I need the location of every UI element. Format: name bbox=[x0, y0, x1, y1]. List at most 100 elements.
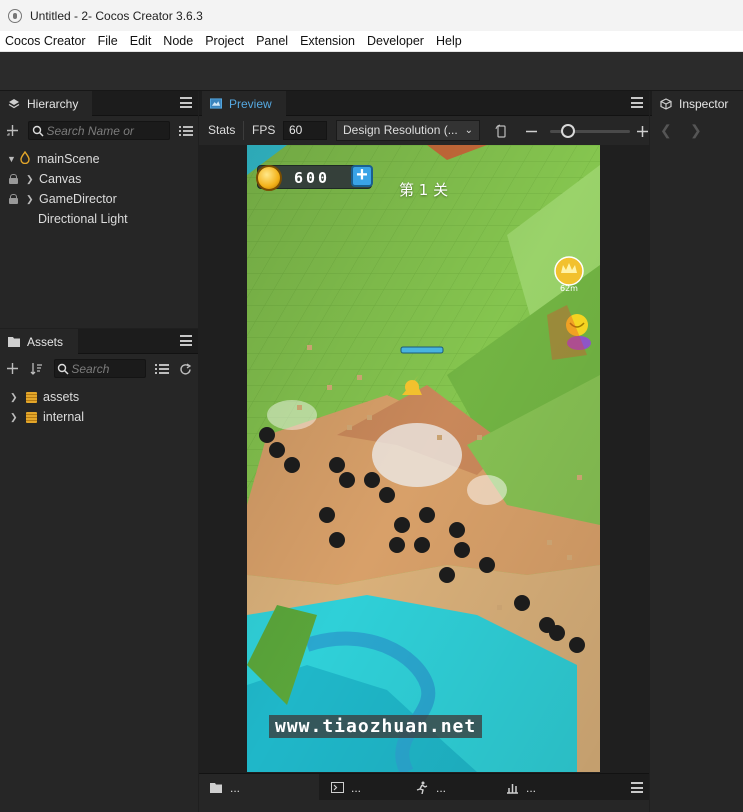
menu-bar: Cocos Creator File Edit Node Project Pan… bbox=[0, 31, 743, 52]
folder-icon bbox=[26, 411, 37, 423]
preview-menu-icon[interactable] bbox=[631, 97, 643, 108]
cocos-app-icon bbox=[8, 8, 22, 23]
preview-viewport: 62m 600 + 第 1 关 www.tiaozhuan.net bbox=[199, 145, 649, 773]
game-preview-canvas[interactable]: 62m 600 + 第 1 关 www.tiaozhuan.net bbox=[247, 145, 600, 772]
tree-item-label: Directional Light bbox=[38, 212, 128, 226]
fps-input[interactable]: 60 bbox=[283, 121, 327, 140]
tab-hierarchy-label: Hierarchy bbox=[27, 96, 79, 111]
back-icon[interactable]: ❮ bbox=[660, 122, 672, 139]
chevron-down-icon[interactable]: ▼ bbox=[7, 154, 17, 164]
bottom-dock-menu-icon[interactable] bbox=[631, 782, 643, 793]
menu-developer[interactable]: Developer bbox=[361, 31, 430, 52]
assets-search-field[interactable] bbox=[54, 359, 146, 378]
cube-icon bbox=[660, 97, 672, 110]
list-view-icon[interactable] bbox=[154, 361, 170, 377]
rotate-device-icon[interactable] bbox=[493, 123, 509, 139]
forward-icon[interactable]: ❯ bbox=[690, 122, 702, 139]
tab-bottom-1-label: ... bbox=[230, 780, 241, 795]
layers-icon bbox=[8, 98, 20, 110]
add-node-icon[interactable] bbox=[4, 122, 20, 138]
tree-item-directional-light[interactable]: Directional Light bbox=[38, 209, 128, 229]
runner-icon bbox=[415, 781, 429, 794]
tree-item-gamedirector[interactable]: ❯ GameDirector bbox=[0, 189, 117, 209]
bottom-dock-tabbar: ... ... ... ... bbox=[199, 773, 649, 801]
add-coins-button[interactable]: + bbox=[351, 165, 373, 187]
menu-edit[interactable]: Edit bbox=[124, 31, 158, 52]
asset-item-internal[interactable]: ❯ internal bbox=[0, 407, 84, 427]
distance-label: 62m bbox=[560, 284, 578, 293]
zoom-slider-thumb[interactable] bbox=[561, 124, 575, 138]
watermark-text: www.tiaozhuan.net bbox=[269, 715, 483, 738]
search-icon bbox=[29, 121, 47, 140]
hierarchy-search-input[interactable] bbox=[46, 123, 169, 138]
stats-toggle[interactable]: Stats bbox=[208, 123, 235, 137]
tab-bottom-3[interactable]: ... bbox=[405, 774, 495, 801]
menu-project[interactable]: Project bbox=[199, 31, 250, 52]
menu-extension[interactable]: Extension bbox=[294, 31, 361, 52]
hierarchy-tabbar: Hierarchy bbox=[0, 91, 198, 116]
preview-toolbar: Stats FPS 60 Design Resolution (... ⌄ bbox=[199, 116, 649, 145]
asset-item-label: internal bbox=[43, 410, 84, 424]
lock-icon[interactable] bbox=[9, 174, 18, 184]
title-bar: Untitled - 2- Cocos Creator 3.6.3 bbox=[0, 0, 743, 31]
hierarchy-menu-icon[interactable] bbox=[180, 97, 192, 108]
tab-bottom-2[interactable]: ... bbox=[320, 774, 405, 801]
design-resolution-select[interactable]: Design Resolution (... ⌄ bbox=[336, 120, 480, 141]
asset-item-assets[interactable]: ❯ assets bbox=[0, 387, 79, 407]
folder-icon bbox=[209, 782, 223, 794]
tab-bottom-1[interactable]: ... bbox=[199, 774, 319, 801]
level-label: 第 1 关 bbox=[399, 181, 449, 199]
menu-file[interactable]: File bbox=[92, 31, 124, 52]
tab-bottom-4-label: ... bbox=[526, 780, 537, 795]
lock-icon[interactable] bbox=[9, 194, 18, 204]
refresh-icon[interactable] bbox=[177, 361, 193, 377]
tree-item-label: Canvas bbox=[39, 172, 82, 186]
coin-icon bbox=[256, 165, 282, 191]
scene-icon bbox=[20, 150, 32, 167]
fps-label: FPS bbox=[252, 123, 276, 137]
inspector-tabbar: Inspector bbox=[650, 91, 743, 116]
tab-bottom-2-label: ... bbox=[351, 780, 362, 795]
preview-tabbar: Preview bbox=[199, 91, 649, 116]
tab-preview-label: Preview bbox=[229, 96, 272, 111]
tab-hierarchy[interactable]: Hierarchy bbox=[0, 91, 92, 116]
assets-menu-icon[interactable] bbox=[180, 335, 192, 346]
tab-inspector[interactable]: Inspector bbox=[652, 91, 743, 116]
coin-value: 600 bbox=[294, 169, 331, 187]
tree-item-label: mainScene bbox=[37, 152, 100, 166]
tab-bottom-4[interactable]: ... bbox=[495, 774, 585, 801]
chevron-right-icon[interactable]: ❯ bbox=[10, 392, 20, 403]
chevron-right-icon[interactable]: ❯ bbox=[26, 194, 36, 205]
tree-item-canvas[interactable]: ❯ Canvas bbox=[0, 169, 81, 189]
hierarchy-search-field[interactable] bbox=[28, 121, 170, 140]
zoom-in-icon[interactable] bbox=[636, 123, 649, 139]
list-view-icon[interactable] bbox=[178, 123, 194, 139]
menu-node[interactable]: Node bbox=[157, 31, 199, 52]
tab-preview[interactable]: Preview bbox=[202, 91, 286, 116]
preview-icon bbox=[210, 98, 222, 110]
design-resolution-label: Design Resolution (... bbox=[343, 123, 458, 137]
sort-icon[interactable] bbox=[28, 360, 44, 376]
asset-item-label: assets bbox=[43, 390, 80, 404]
zoom-out-icon[interactable] bbox=[523, 123, 539, 139]
toolbar-divider bbox=[243, 121, 244, 140]
console-icon bbox=[330, 782, 344, 794]
menu-panel[interactable]: Panel bbox=[250, 31, 294, 52]
tree-item-mainscene[interactable]: ▼ mainScene bbox=[0, 149, 100, 169]
bottom-dock-content bbox=[199, 800, 649, 812]
tree-item-label: GameDirector bbox=[39, 192, 117, 206]
inspector-panel: Inspector ❮ ❯ bbox=[650, 91, 743, 812]
assets-search-input[interactable] bbox=[71, 361, 145, 376]
chevron-right-icon[interactable]: ❯ bbox=[10, 412, 20, 423]
tab-bottom-3-label: ... bbox=[436, 780, 447, 795]
tab-assets[interactable]: Assets bbox=[0, 329, 78, 354]
main-toolbar bbox=[0, 52, 743, 91]
folder-icon bbox=[8, 336, 20, 348]
add-asset-icon[interactable] bbox=[4, 360, 20, 376]
assets-tabbar: Assets bbox=[0, 329, 198, 354]
chevron-right-icon[interactable]: ❯ bbox=[26, 174, 36, 185]
folder-icon bbox=[26, 391, 37, 403]
tab-inspector-label: Inspector bbox=[679, 96, 729, 111]
menu-cocos-creator[interactable]: Cocos Creator bbox=[0, 31, 92, 52]
menu-help[interactable]: Help bbox=[430, 31, 468, 52]
